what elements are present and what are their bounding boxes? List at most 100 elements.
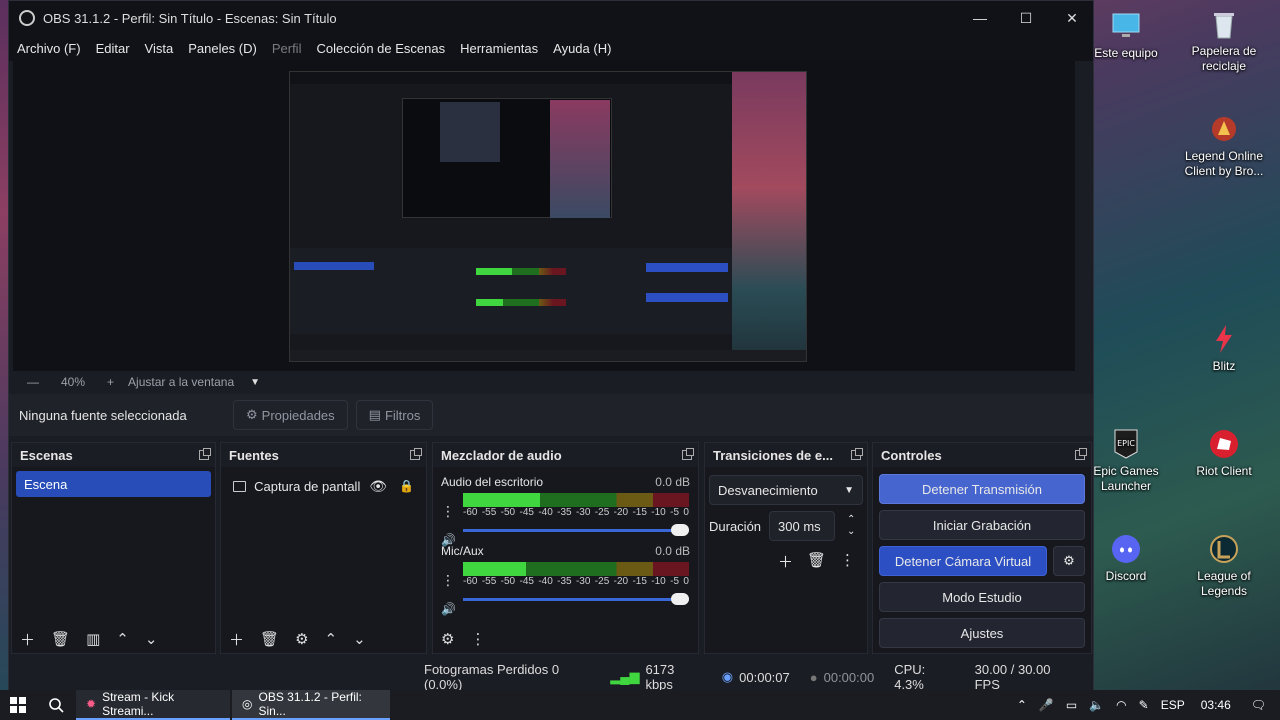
volume-icon[interactable]: 🔈: [1089, 698, 1104, 712]
desktop-icon-riot[interactable]: Riot Client: [1176, 428, 1272, 479]
volume-slider[interactable]: [463, 524, 689, 536]
move-up-icon[interactable]: ⌃: [325, 630, 338, 648]
lock-icon[interactable]: 🔒: [399, 479, 414, 493]
svg-text:EPIC: EPIC: [1117, 439, 1135, 448]
microphone-icon[interactable]: 🎤: [1039, 698, 1054, 712]
preview-zoom-bar: — 40% + Ajustar a la ventana ▼: [13, 371, 1075, 393]
properties-button[interactable]: ⚙ Propiedades: [233, 400, 348, 430]
channel-name: Mic/Aux: [441, 544, 484, 558]
zoom-out-button[interactable]: —: [27, 375, 39, 389]
search-button[interactable]: [36, 690, 76, 720]
sources-toolbar: ＋ 🗑 ⚙ ⌃ ⌄: [221, 625, 426, 653]
browser-icon: ✹: [86, 697, 97, 711]
slider-handle[interactable]: [671, 524, 689, 536]
undock-icon[interactable]: [851, 448, 863, 460]
notifications-icon[interactable]: 🗨: [1251, 698, 1266, 712]
chevron-up-icon[interactable]: ⌃: [1017, 698, 1027, 712]
menu-coleccion-escenas[interactable]: Colección de Escenas: [316, 41, 445, 56]
menu-paneles[interactable]: Paneles (D): [188, 41, 257, 56]
undock-icon[interactable]: [199, 448, 211, 460]
desktop-icon-label: Epic Games Launcher: [1093, 464, 1159, 493]
filter-icon[interactable]: ▥: [86, 630, 100, 648]
stop-virtual-camera-button[interactable]: Detener Cámara Virtual: [879, 546, 1047, 576]
taskbar-item-kick[interactable]: ✹ Stream - Kick Streami...: [76, 690, 230, 720]
menu-icon[interactable]: ⋮: [840, 551, 855, 572]
move-down-icon[interactable]: ⌄: [145, 630, 158, 648]
mixer-menu-icon[interactable]: ⋮: [470, 630, 485, 648]
start-button[interactable]: [0, 690, 36, 720]
minimize-button[interactable]: —: [957, 1, 1003, 35]
battery-icon[interactable]: ▭: [1066, 698, 1077, 712]
advanced-audio-icon[interactable]: ⚙: [441, 630, 454, 648]
add-icon[interactable]: ＋: [778, 551, 793, 572]
bitrate: 6173 kbps: [645, 662, 675, 692]
settings-button[interactable]: Ajustes: [879, 618, 1085, 648]
preview-canvas[interactable]: [13, 61, 1075, 371]
duration-input[interactable]: 300 ms: [769, 511, 836, 541]
desktop-icon-label: Papelera de reciclaje: [1191, 44, 1257, 73]
taskbar: ✹ Stream - Kick Streami... ◎ OBS 31.1.2 …: [0, 690, 1280, 720]
desktop-icon-label: Legend Online Client by Bro...: [1184, 149, 1264, 178]
game-icon: [1212, 117, 1236, 141]
menu-editar[interactable]: Editar: [96, 41, 130, 56]
speaker-icon[interactable]: 🔊: [441, 602, 456, 616]
gear-icon[interactable]: ⚙: [295, 630, 308, 648]
system-tray: ⌃ 🎤 ▭ 🔈 ◠ ✎ ESP 03:46 🗨: [1011, 690, 1280, 720]
taskbar-item-obs[interactable]: ◎ OBS 31.1.2 - Perfil: Sin...: [232, 690, 390, 720]
scenes-toolbar: ＋ 🗑 ▥ ⌃ ⌄: [12, 625, 215, 653]
add-icon[interactable]: ＋: [229, 629, 244, 650]
desktop-icon-legend-online[interactable]: Legend Online Client by Bro...: [1176, 113, 1272, 179]
move-down-icon[interactable]: ⌄: [353, 630, 366, 648]
record-icon: ●: [809, 669, 818, 685]
properties-label: Propiedades: [261, 407, 335, 423]
scene-item[interactable]: Escena: [16, 471, 211, 497]
undock-icon[interactable]: [682, 448, 694, 460]
menu-archivo[interactable]: Archivo (F): [17, 41, 81, 56]
duration-label: Duración: [709, 518, 762, 534]
channel-menu-icon[interactable]: ⋮: [441, 503, 455, 520]
channel-menu-icon[interactable]: ⋮: [441, 572, 455, 589]
add-icon[interactable]: ＋: [20, 629, 35, 650]
zoom-in-button[interactable]: +: [107, 375, 114, 389]
virtual-camera-settings-button[interactable]: ⚙: [1053, 546, 1085, 576]
desktop-icon-blitz[interactable]: Blitz: [1176, 323, 1272, 374]
pen-icon[interactable]: ✎: [1139, 698, 1149, 712]
cpu-usage: CPU: 4.3%: [894, 662, 926, 692]
move-up-icon[interactable]: ⌃: [116, 630, 129, 648]
desktop-icon-recycle-bin[interactable]: Papelera de reciclaje: [1176, 8, 1272, 74]
trash-icon[interactable]: 🗑: [51, 630, 70, 648]
desktop-icon-league[interactable]: League of Legends: [1176, 533, 1272, 599]
language-indicator[interactable]: ESP: [1161, 698, 1185, 712]
undock-icon[interactable]: [1075, 448, 1087, 460]
mixer-title: Mezclador de audio: [441, 447, 562, 463]
trash-icon[interactable]: 🗑: [807, 551, 826, 572]
close-button[interactable]: ✕: [1049, 1, 1095, 35]
gear-icon: ⚙: [1063, 553, 1075, 568]
stop-stream-button[interactable]: Detener Transmisión: [879, 474, 1085, 504]
window-title: OBS 31.1.2 - Perfil: Sin Título - Escena…: [43, 10, 337, 26]
wifi-icon[interactable]: ◠: [1116, 698, 1126, 712]
menu-herramientas[interactable]: Herramientas: [460, 41, 538, 56]
menu-perfil[interactable]: Perfil: [272, 41, 302, 56]
maximize-button[interactable]: ☐: [1003, 1, 1049, 35]
start-recording-button[interactable]: Iniciar Grabación: [879, 510, 1085, 540]
transition-select[interactable]: Desvanecimiento ▼: [709, 475, 863, 505]
sources-dock: Fuentes Captura de pantalla 👁 🔒 ＋ 🗑 ⚙ ⌃ …: [220, 442, 427, 654]
source-item[interactable]: Captura de pantalla 👁 🔒: [225, 473, 422, 499]
fit-window-label[interactable]: Ajustar a la ventana: [128, 375, 234, 389]
filters-button[interactable]: ▤ Filtros: [355, 400, 434, 430]
clock[interactable]: 03:46: [1201, 698, 1231, 712]
volume-slider[interactable]: [463, 593, 689, 605]
mixer-channel: Mic/Aux 0.0 dB ⋮ -60 -55 -50 -45 -40 -35 -30 -25…: [433, 544, 698, 616]
undock-icon[interactable]: [410, 448, 422, 460]
search-icon: [49, 698, 64, 713]
menu-vista[interactable]: Vista: [145, 41, 174, 56]
studio-mode-button[interactable]: Modo Estudio: [879, 582, 1085, 612]
trash-icon[interactable]: 🗑: [260, 630, 279, 648]
preview-image: [289, 71, 807, 362]
duration-stepper-icon[interactable]: ⌃ ⌄: [847, 514, 855, 538]
slider-handle[interactable]: [671, 593, 689, 605]
fit-dropdown-icon[interactable]: ▼: [250, 377, 260, 388]
eye-icon[interactable]: 👁: [369, 478, 387, 495]
menu-ayuda[interactable]: Ayuda (H): [553, 41, 611, 56]
